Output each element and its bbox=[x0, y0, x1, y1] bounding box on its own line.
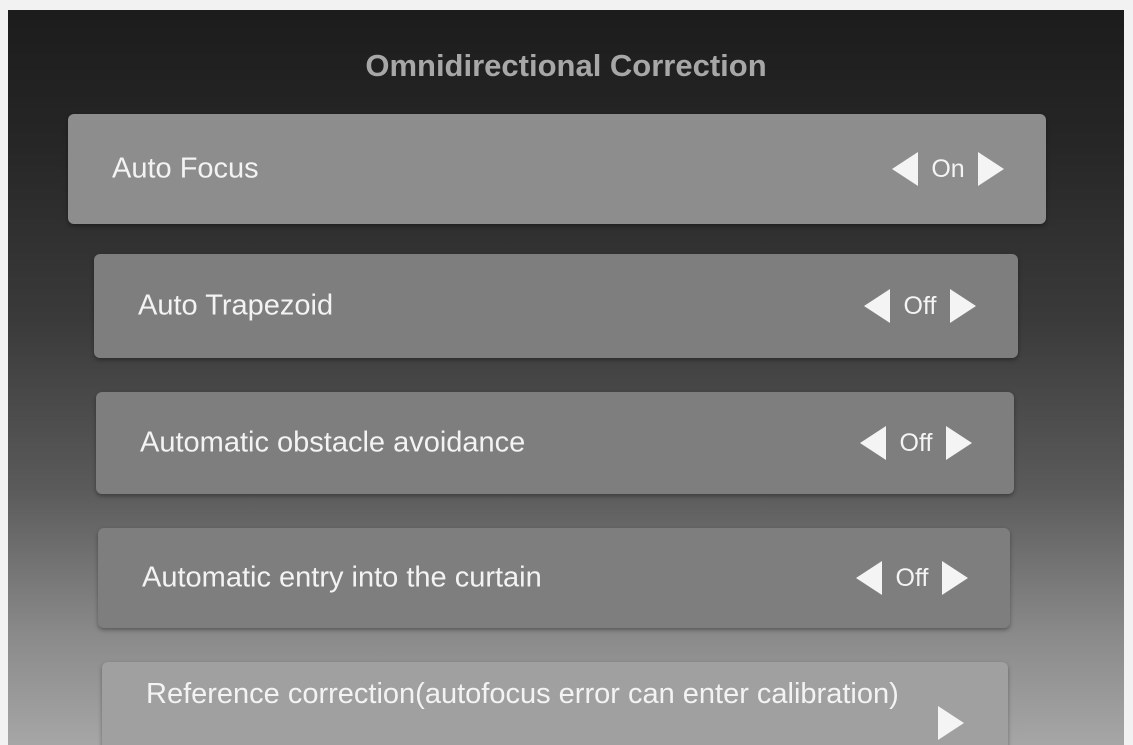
setting-label: Auto Focus bbox=[112, 152, 259, 185]
setting-label: Reference correction(autofocus error can… bbox=[146, 678, 899, 710]
setting-value: On bbox=[931, 154, 965, 183]
setting-row-curtain-entry[interactable]: Automatic entry into the curtain Off bbox=[98, 528, 1010, 628]
triangle-left-icon[interactable] bbox=[892, 152, 918, 186]
setting-label: Automatic obstacle avoidance bbox=[140, 426, 526, 459]
value-selector: On bbox=[892, 152, 1004, 186]
setting-row-auto-focus[interactable]: Auto Focus On bbox=[68, 114, 1046, 224]
setting-row-reference-correction[interactable]: Reference correction(autofocus error can… bbox=[102, 662, 1008, 745]
setting-row-auto-trapezoid[interactable]: Auto Trapezoid Off bbox=[94, 254, 1018, 358]
triangle-right-icon[interactable] bbox=[938, 706, 964, 740]
triangle-left-icon[interactable] bbox=[864, 289, 890, 323]
projector-settings-screen: Omnidirectional Correction Auto Focus On… bbox=[8, 10, 1124, 745]
triangle-left-icon[interactable] bbox=[860, 426, 886, 460]
setting-value: Off bbox=[899, 428, 933, 457]
setting-value: Off bbox=[903, 291, 937, 320]
page-title: Omnidirectional Correction bbox=[365, 48, 767, 83]
setting-value: Off bbox=[895, 563, 929, 592]
value-selector: Off bbox=[856, 561, 968, 595]
triangle-left-icon[interactable] bbox=[856, 561, 882, 595]
triangle-right-icon[interactable] bbox=[950, 289, 976, 323]
setting-row-obstacle-avoidance[interactable]: Automatic obstacle avoidance Off bbox=[96, 392, 1014, 494]
triangle-right-icon[interactable] bbox=[942, 561, 968, 595]
setting-label: Auto Trapezoid bbox=[138, 289, 334, 322]
value-selector: Off bbox=[860, 426, 972, 460]
value-selector: Off bbox=[864, 289, 976, 323]
triangle-right-icon[interactable] bbox=[946, 426, 972, 460]
setting-label: Automatic entry into the curtain bbox=[142, 561, 542, 594]
triangle-right-icon[interactable] bbox=[978, 152, 1004, 186]
